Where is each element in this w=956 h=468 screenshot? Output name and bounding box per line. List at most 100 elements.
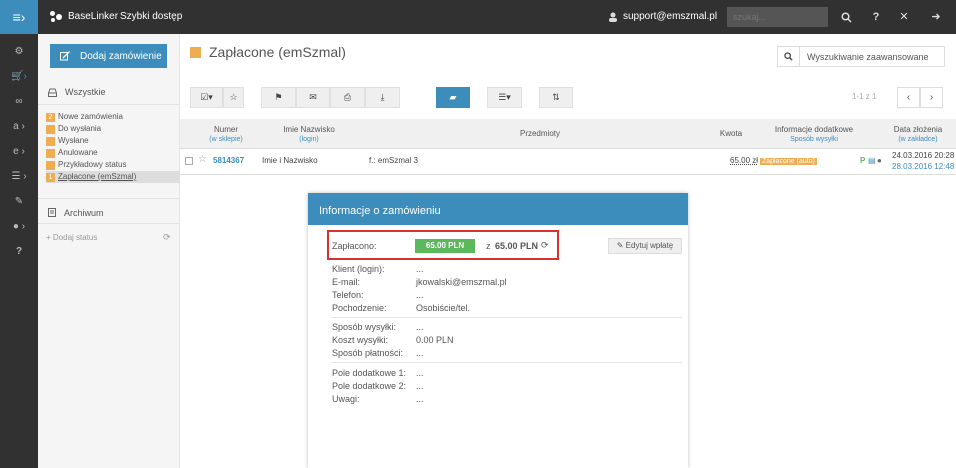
col-sublabel: (w zakładce): [898, 136, 938, 143]
col-sublabel: Sposób wysyłki: [790, 136, 838, 143]
advanced-search-label: Wyszukiwanie zaawansowane: [807, 51, 929, 62]
status-item-to-ship[interactable]: Do wysłania: [46, 123, 180, 135]
col-items[interactable]: Przedmioty: [470, 129, 610, 139]
col-date[interactable]: Data złożenia (w zakładce): [882, 125, 954, 145]
flag-icon[interactable]: ⚑: [261, 87, 296, 108]
search-icon: [778, 47, 800, 66]
edit-payment-button[interactable]: ✎ Edytuj wpłatę: [608, 238, 682, 254]
extra-field-2-label: Pole dodatkowe 2:: [332, 381, 407, 391]
logout-icon[interactable]: ➜: [924, 0, 948, 34]
status-label: Nowe zamówienia: [58, 112, 123, 121]
col-amount[interactable]: Kwota: [706, 129, 756, 139]
status-item-paid-emszmal[interactable]: 1 Zapłacone (emSzmal): [46, 171, 180, 183]
ebay-icon[interactable]: e ›: [0, 142, 38, 162]
extra-field-1-label: Pole dodatkowe 1:: [332, 368, 407, 378]
star-icon[interactable]: ☆: [223, 87, 244, 108]
quick-access-link[interactable]: Szybki dostęp: [120, 0, 182, 34]
edit-icon: [60, 51, 70, 61]
menu-toggle-button[interactable]: ≡›: [0, 0, 38, 34]
download-icon[interactable]: ⤓: [365, 87, 400, 108]
paid-badge: Zapłacone (auto): [760, 158, 817, 165]
user-icon[interactable]: ●: [877, 156, 882, 166]
status-count: [46, 124, 55, 134]
cart-icon[interactable]: 🛒›: [0, 67, 38, 87]
pagination-info: 1-1 z 1: [852, 92, 877, 101]
payment-method-value: ...: [416, 348, 424, 358]
print-icon[interactable]: ⎙: [330, 87, 365, 108]
notes-value: ...: [416, 394, 424, 404]
dashboard-icon[interactable]: ⚙: [0, 42, 38, 62]
col-label: Imie Nazwisko: [283, 125, 335, 134]
col-info[interactable]: Informacje dodatkowe Sposób wysyłki: [764, 125, 864, 145]
advanced-search-button[interactable]: Wyszukiwanie zaawansowane: [777, 46, 945, 67]
order-info-popup: Informacje o zamówieniu Zapłacono: 65.00…: [308, 193, 688, 468]
link-icon[interactable]: ∞: [0, 92, 38, 112]
col-label: Numer: [213, 125, 238, 134]
refresh-icon[interactable]: ⟳: [163, 232, 171, 243]
add-status-link[interactable]: + Dodaj status: [46, 233, 97, 242]
user-email: support@emszmal.pl: [623, 11, 718, 22]
status-badge: Zapłacone (auto): [760, 156, 817, 167]
info-flag: P: [860, 156, 866, 165]
payment-method-label: Sposób płatności:: [332, 348, 404, 358]
status-item-new[interactable]: 2 Nowe zamówienia: [46, 111, 180, 123]
orders-table-header: Numer (w sklepie) Imie Nazwisko (login) …: [180, 119, 956, 149]
status-sidebar: Dodaj zamówienie Wszystkie 2 Nowe zamówie…: [38, 34, 180, 468]
divider: [38, 198, 180, 199]
shipping-cost-value: 0.00 PLN: [416, 335, 454, 345]
col-name[interactable]: Imie Nazwisko (login): [274, 125, 344, 145]
status-count: [46, 148, 55, 158]
sort-icon[interactable]: ⇅: [539, 87, 573, 108]
note-icon[interactable]: ▤: [868, 156, 876, 166]
search-icon[interactable]: [834, 0, 858, 34]
email-value[interactable]: jkowalski@emszmal.pl: [416, 277, 507, 287]
status-count: 1: [46, 172, 55, 182]
status-color-square: [190, 46, 201, 58]
email-icon[interactable]: ✉: [296, 87, 330, 108]
brand[interactable]: BaseLinker: [50, 0, 118, 34]
extra-field-2-value: ...: [416, 381, 424, 391]
star-icon[interactable]: ☆: [198, 155, 207, 165]
inbox-icon: [48, 88, 57, 97]
row-checkbox[interactable]: [185, 157, 193, 165]
shipping-cost-label: Koszt wysyłki:: [332, 335, 389, 345]
status-item-cancelled[interactable]: Anulowane: [46, 147, 180, 159]
client-value: ...: [416, 264, 424, 274]
status-item-shipped[interactable]: Wysłane: [46, 135, 180, 147]
amazon-icon[interactable]: a ›: [0, 117, 38, 137]
order-date-tab: 28.03.2016 12:48: [892, 162, 955, 171]
user-icon[interactable]: ● ›: [0, 217, 38, 237]
fullscreen-icon[interactable]: ✕: [892, 0, 916, 34]
order-number[interactable]: 5814367: [213, 156, 244, 166]
all-orders-link[interactable]: Wszystkie: [48, 87, 106, 97]
paid-label: Zapłacono:: [332, 241, 377, 251]
refresh-icon[interactable]: ⟳: [541, 240, 549, 251]
col-number[interactable]: Numer (w sklepie): [198, 125, 254, 145]
add-order-label: Dodaj zamówienie: [80, 50, 162, 62]
prev-page-button[interactable]: ‹: [897, 87, 920, 108]
add-order-button[interactable]: Dodaj zamówienie: [50, 44, 167, 68]
search-input[interactable]: [727, 7, 828, 27]
status-item-example[interactable]: Przykładowy status: [46, 159, 180, 171]
phone-label: Telefon:: [332, 290, 364, 300]
order-amount: 65.00 zł: [730, 156, 759, 165]
list-menu-icon[interactable]: ☰▾: [487, 87, 522, 108]
next-page-button[interactable]: ›: [920, 87, 943, 108]
origin-label: Pochodzenie:: [332, 303, 387, 313]
baselinker-logo-icon: [50, 11, 62, 23]
shipping-value: ...: [416, 322, 424, 332]
shipping-truck-icon[interactable]: ▰: [436, 87, 470, 108]
archive-link[interactable]: Archiwum: [48, 208, 104, 218]
user-menu[interactable]: support@emszmal.pl: [608, 0, 717, 34]
select-checkbox-dropdown[interactable]: ☑▾: [190, 87, 223, 108]
table-row[interactable]: ☆ 5814367 Imie i Nazwisko f.: emSzmal 3 …: [180, 150, 956, 175]
archive-label: Archiwum: [64, 208, 104, 218]
paid-of-prefix: z: [486, 241, 491, 251]
database-icon[interactable]: ☰ ›: [0, 167, 38, 187]
divider: [332, 362, 682, 363]
wrench-icon[interactable]: ✎: [0, 192, 38, 212]
status-count: [46, 160, 55, 170]
help-icon[interactable]: ?: [0, 242, 38, 262]
help-icon[interactable]: ?: [864, 0, 888, 34]
origin-value: Osobiście/tel.: [416, 303, 471, 313]
